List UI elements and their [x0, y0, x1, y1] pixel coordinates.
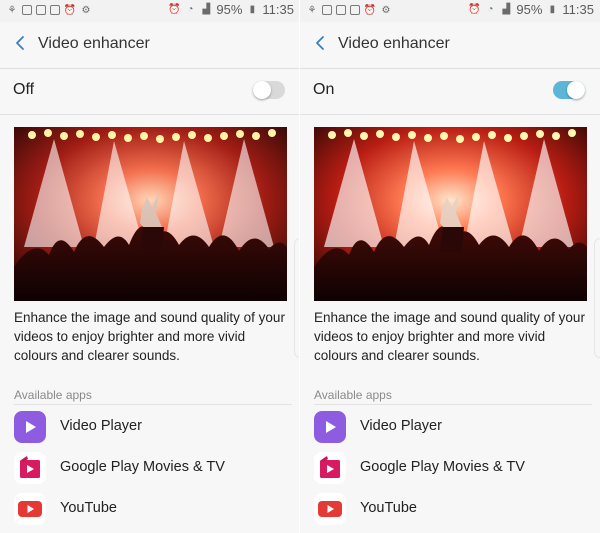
youtube-icon — [14, 493, 46, 525]
signal-icon: ▟ — [502, 4, 511, 15]
google-play-movies-icon — [14, 452, 46, 484]
alarm-icon: ⏰ — [363, 4, 377, 16]
app-bar: Video enhancer — [300, 22, 600, 69]
notification-icons: ⚘ ⏰ ⚙ — [6, 4, 92, 16]
app-row-video-player[interactable]: Video Player — [314, 409, 594, 445]
notification-icon — [350, 5, 360, 15]
divider — [0, 114, 300, 115]
clock: 11:35 — [262, 2, 294, 17]
notification-icon — [50, 5, 60, 15]
app-name: Video Player — [60, 418, 142, 434]
wifi-icon: ◔ — [487, 4, 494, 15]
settings-icon: ⚙ — [381, 4, 391, 16]
master-toggle-row[interactable]: Off — [0, 69, 300, 113]
battery-percent: 95% — [216, 2, 243, 17]
notification-icons: ⚘ ⏰ ⚙ — [306, 4, 392, 16]
toggle-state-label: On — [313, 81, 335, 98]
app-bar: Video enhancer — [0, 22, 300, 69]
google-play-movies-icon — [314, 452, 346, 484]
app-row-play-movies[interactable]: Google Play Movies & TV — [14, 450, 294, 486]
page-title: Video enhancer — [38, 35, 150, 52]
app-name: YouTube — [60, 500, 117, 516]
divider — [300, 114, 600, 115]
status-icons: ⏰ ◔ ▟ 95% ▮ 11:35 — [168, 2, 294, 17]
notification-icon — [336, 5, 346, 15]
toggle-state-label: Off — [13, 81, 35, 98]
app-name: YouTube — [360, 500, 417, 516]
notification-icon: ⚘ — [307, 4, 317, 16]
divider — [314, 404, 592, 405]
screenshot-comparison: ⚘ ⏰ ⚙ ⏰ ◔ ▟ 95% ▮ 11:35 Video enhancer O… — [0, 0, 600, 533]
video-player-icon — [314, 411, 346, 443]
battery-icon: ▮ — [249, 4, 256, 15]
app-row-youtube[interactable]: YouTube — [14, 491, 294, 527]
clock: 11:35 — [562, 2, 594, 17]
preview-image — [14, 127, 287, 301]
alarm-icon: ⏰ — [168, 4, 181, 15]
battery-icon: ▮ — [549, 4, 556, 15]
video-player-icon — [14, 411, 46, 443]
wifi-icon: ◔ — [187, 4, 194, 15]
battery-percent: 95% — [516, 2, 543, 17]
switch-knob — [253, 81, 271, 99]
video-enhancer-switch[interactable] — [253, 81, 285, 99]
available-apps-header: Available apps — [14, 388, 92, 402]
alarm-icon: ⏰ — [468, 4, 481, 15]
available-apps-header: Available apps — [314, 388, 392, 402]
feature-description: Enhance the image and sound quality of y… — [14, 310, 285, 363]
settings-icon: ⚙ — [81, 4, 91, 16]
status-bar: ⚘ ⏰ ⚙ ⏰ ◔ ▟ 95% ▮ 11:35 — [0, 0, 300, 22]
signal-icon: ▟ — [202, 4, 211, 15]
app-row-video-player[interactable]: Video Player — [14, 409, 294, 445]
divider — [14, 404, 292, 405]
notification-icon: ⚘ — [7, 4, 17, 16]
app-name: Google Play Movies & TV — [60, 459, 225, 475]
back-arrow-icon[interactable] — [12, 34, 30, 52]
screen-off: ⚘ ⏰ ⚙ ⏰ ◔ ▟ 95% ▮ 11:35 Video enhancer O… — [0, 0, 300, 533]
back-arrow-icon[interactable] — [312, 34, 330, 52]
switch-knob — [567, 81, 585, 99]
status-icons: ⏰ ◔ ▟ 95% ▮ 11:35 — [468, 2, 594, 17]
screen-on: ⚘ ⏰ ⚙ ⏰ ◔ ▟ 95% ▮ 11:35 Video enhancer O… — [300, 0, 600, 533]
alarm-icon: ⏰ — [63, 4, 77, 16]
feature-description: Enhance the image and sound quality of y… — [314, 310, 585, 363]
concert-image — [14, 127, 287, 301]
app-row-youtube[interactable]: YouTube — [314, 491, 594, 527]
app-name: Video Player — [360, 418, 442, 434]
app-name: Google Play Movies & TV — [360, 459, 525, 475]
notification-icon — [36, 5, 46, 15]
master-toggle-row[interactable]: On — [300, 69, 600, 113]
video-enhancer-switch[interactable] — [553, 81, 585, 99]
edge-panel-handle[interactable] — [594, 238, 600, 358]
concert-image — [314, 127, 587, 301]
app-row-play-movies[interactable]: Google Play Movies & TV — [314, 450, 594, 486]
status-bar: ⚘ ⏰ ⚙ ⏰ ◔ ▟ 95% ▮ 11:35 — [300, 0, 600, 22]
page-title: Video enhancer — [338, 35, 450, 52]
youtube-icon — [314, 493, 346, 525]
notification-icon — [22, 5, 32, 15]
preview-image — [314, 127, 587, 301]
notification-icon — [322, 5, 332, 15]
